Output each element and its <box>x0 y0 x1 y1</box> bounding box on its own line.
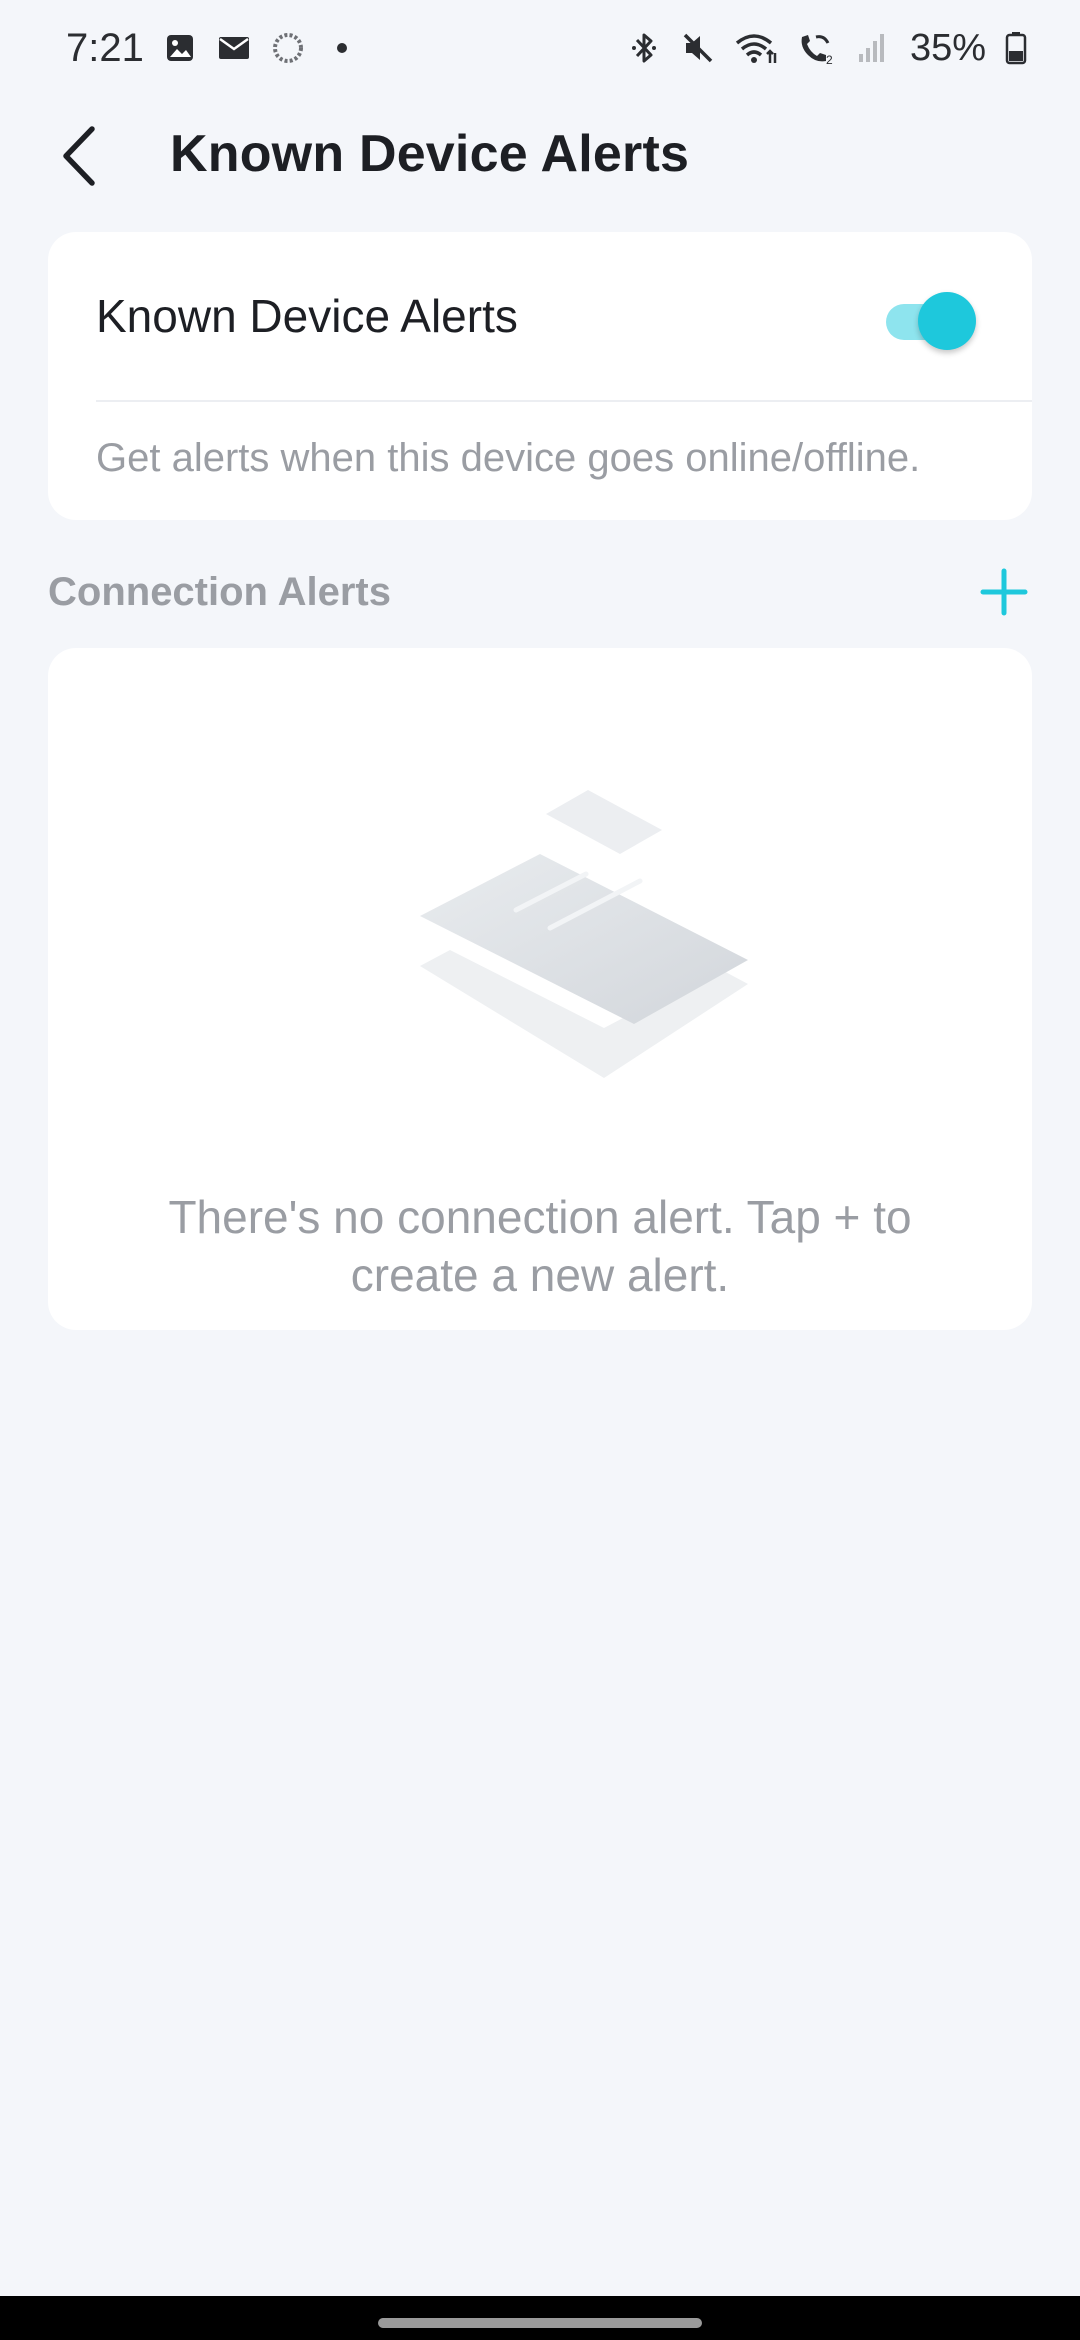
mail-icon <box>216 30 252 66</box>
home-indicator[interactable] <box>378 2318 702 2328</box>
known-device-alerts-label: Known Device Alerts <box>96 290 518 342</box>
connection-alerts-header: Connection Alerts <box>48 560 1032 624</box>
mute-icon <box>680 30 716 66</box>
gallery-icon <box>162 30 198 66</box>
connection-alerts-title: Connection Alerts <box>48 569 391 614</box>
toggle-thumb <box>918 292 976 350</box>
add-alert-button[interactable] <box>974 562 1034 622</box>
status-left: 7:21 <box>66 26 360 71</box>
known-device-alerts-card: Known Device Alerts Get alerts when this… <box>48 232 1032 520</box>
dot-icon <box>324 30 360 66</box>
bluetooth-icon <box>626 30 662 66</box>
wifi-icon <box>734 30 778 66</box>
status-time: 7:21 <box>66 25 144 70</box>
back-arrow-icon <box>63 126 95 186</box>
status-bar: 7:21 2 35% <box>0 0 1080 96</box>
empty-state-message: There's no connection alert. Tap + to cr… <box>168 1191 912 1301</box>
battery-percent: 35% <box>909 26 986 69</box>
sync-icon <box>270 30 306 66</box>
status-right: 2 35% <box>626 27 1028 70</box>
svg-text:2: 2 <box>826 53 833 65</box>
known-device-alerts-description: Get alerts when this device goes online/… <box>96 436 921 480</box>
plus-icon <box>980 568 1028 616</box>
battery-icon <box>1004 30 1028 66</box>
app-bar: Known Device Alerts <box>0 96 1080 216</box>
connection-alerts-empty-card: There's no connection alert. Tap + to cr… <box>48 648 1032 1330</box>
wifi-calling-icon: 2 <box>796 30 836 66</box>
back-button[interactable] <box>46 122 110 190</box>
empty-state-illustration <box>420 790 748 1078</box>
known-device-alerts-toggle[interactable] <box>882 292 976 350</box>
system-nav-bar <box>0 2296 1080 2340</box>
signal-icon <box>854 30 890 66</box>
page-title: Known Device Alerts <box>170 125 690 183</box>
